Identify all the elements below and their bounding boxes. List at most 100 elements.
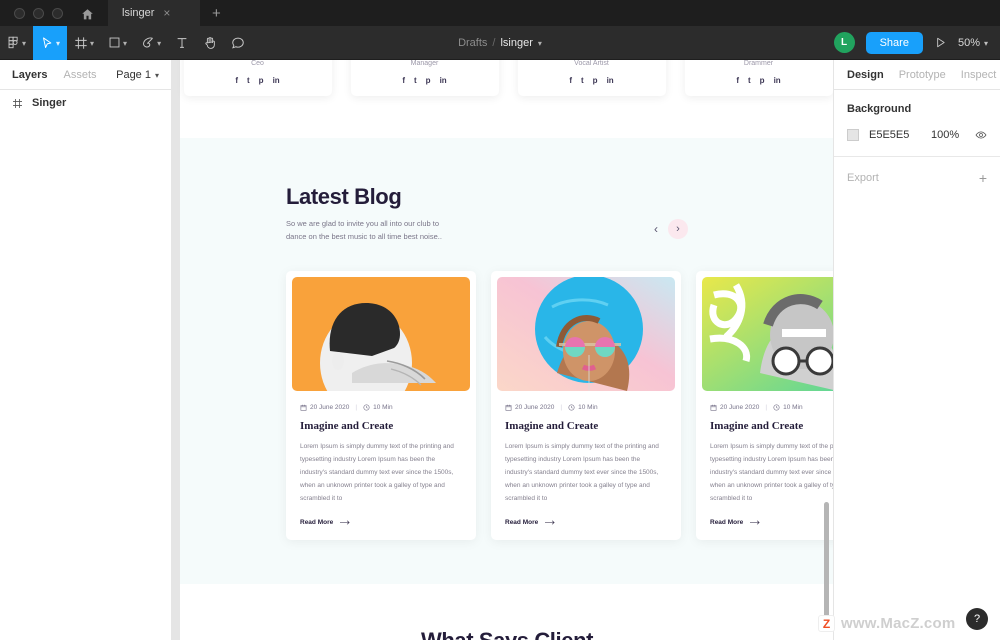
add-export-button[interactable]: + <box>979 170 987 186</box>
close-tab-icon[interactable]: × <box>163 7 170 19</box>
comment-tool-icon[interactable] <box>224 26 252 60</box>
background-color-row: E5E5E5 100% <box>847 129 987 141</box>
carousel-prev-button[interactable]: ‹ <box>654 222 658 236</box>
zoom-level-label: 50% <box>957 36 980 49</box>
chevron-down-icon[interactable]: ▾ <box>123 39 127 48</box>
file-tab-label: lsinger <box>122 7 155 19</box>
blog-card-read-more[interactable]: Read More <box>286 505 476 526</box>
meta-separator: | <box>560 404 563 412</box>
arrow-right-icon <box>340 520 350 525</box>
team-card[interactable]: John Lincom Manager f t p in <box>350 60 499 96</box>
hand-tool-icon[interactable] <box>196 26 224 60</box>
social-links[interactable]: f t p in <box>569 76 613 85</box>
breadcrumb-file[interactable]: lsinger <box>500 37 532 49</box>
blog-card-read-more[interactable]: Read More <box>696 505 833 526</box>
calendar-icon <box>300 405 307 411</box>
color-swatch[interactable] <box>847 129 859 141</box>
twitter-icon[interactable]: t <box>748 76 751 85</box>
home-icon[interactable] <box>75 8 108 26</box>
blog-section-header: Latest Blog So we are glad to invite you… <box>180 184 833 243</box>
pinterest-icon[interactable]: p <box>259 76 264 85</box>
background-opacity-value[interactable]: 100% <box>931 129 975 141</box>
tab-layers[interactable]: Layers <box>12 69 47 81</box>
help-button[interactable]: ? <box>966 608 988 630</box>
read-more-label: Read More <box>710 519 744 527</box>
figma-menu-icon[interactable]: ▾ <box>0 26 33 60</box>
background-section: Background E5E5E5 100% <box>834 90 1000 157</box>
chevron-down-icon[interactable]: ▾ <box>56 39 60 48</box>
facebook-icon[interactable]: f <box>402 76 405 85</box>
background-hex-value[interactable]: E5E5E5 <box>869 129 931 141</box>
blog-card-date: 20 June 2020 <box>505 404 554 411</box>
maximize-window-button[interactable] <box>52 8 63 19</box>
move-tool-icon[interactable]: ▾ <box>33 25 68 60</box>
layer-item-singer[interactable]: Singer <box>0 90 171 116</box>
blog-card[interactable]: 20 June 2020 | 10 Min Imagine and Create <box>491 271 681 541</box>
main-toolbar: ▾ ▾ ▾ ▾ ▾ Drafts / lsinger ▾ L Share 50%… <box>0 25 1000 60</box>
blog-card-heading[interactable]: Imagine and Create <box>286 411 476 432</box>
linkedin-icon[interactable]: in <box>607 76 614 85</box>
new-tab-button[interactable]: + <box>200 0 233 26</box>
layer-item-label: Singer <box>32 97 67 109</box>
arrow-right-icon <box>545 520 555 525</box>
twitter-icon[interactable]: t <box>581 76 584 85</box>
present-play-icon[interactable] <box>934 36 947 49</box>
social-links[interactable]: f t p in <box>736 76 780 85</box>
twitter-icon[interactable]: t <box>414 76 417 85</box>
testimonial-section: What Says Client So we are glad to invit… <box>180 584 833 640</box>
blog-card-heading[interactable]: Imagine and Create <box>491 411 681 432</box>
design-canvas[interactable]: John Lincom Ceo f t p in John Lincom Man… <box>172 60 833 640</box>
singer-page-frame: John Lincom Ceo f t p in John Lincom Man… <box>180 60 833 640</box>
chevron-down-icon[interactable]: ▾ <box>90 39 94 48</box>
facebook-icon[interactable]: f <box>235 76 238 85</box>
blog-card-readtime: 10 Min <box>568 404 598 411</box>
chevron-down-icon[interactable]: ▾ <box>155 71 159 80</box>
social-links[interactable]: f t p in <box>235 76 279 85</box>
frame-tool-icon[interactable]: ▾ <box>67 26 101 60</box>
team-card[interactable]: John Lincom Vocal Artist f t p in <box>517 60 666 96</box>
blog-card-meta: 20 June 2020 | 10 Min <box>696 391 833 411</box>
facebook-icon[interactable]: f <box>569 76 572 85</box>
carousel-next-button[interactable]: › <box>668 219 688 240</box>
calendar-icon <box>505 405 512 411</box>
minimize-window-button[interactable] <box>33 8 44 19</box>
blog-card-body: Lorem Ipsum is simply dummy text of the … <box>505 443 659 503</box>
pinterest-icon[interactable]: p <box>426 76 431 85</box>
canvas-vertical-scrollbar[interactable] <box>824 502 829 624</box>
share-button[interactable]: Share <box>865 31 923 54</box>
pen-tool-icon[interactable]: ▾ <box>134 26 168 60</box>
blog-card-readtime: 10 Min <box>363 404 393 411</box>
tab-inspect[interactable]: Inspect <box>961 69 996 81</box>
blog-card[interactable]: 20 June 2020 | 10 Min Imagine and Create <box>696 271 833 541</box>
tab-design[interactable]: Design <box>847 69 884 81</box>
tab-assets[interactable]: Assets <box>63 69 96 81</box>
shape-tool-icon[interactable]: ▾ <box>101 26 134 60</box>
linkedin-icon[interactable]: in <box>273 76 280 85</box>
team-card[interactable]: John Lincom Drammer f t p in <box>684 60 833 96</box>
chevron-down-icon[interactable]: ▾ <box>984 39 988 48</box>
avatar[interactable]: L <box>833 32 855 53</box>
breadcrumb-project[interactable]: Drafts <box>458 37 487 49</box>
facebook-icon[interactable]: f <box>736 76 739 85</box>
zoom-level-selector[interactable]: 50% ▾ <box>958 37 988 49</box>
social-links[interactable]: f t p in <box>402 76 446 85</box>
blog-card-read-more[interactable]: Read More <box>491 505 681 526</box>
blog-card-heading[interactable]: Imagine and Create <box>696 411 833 432</box>
linkedin-icon[interactable]: in <box>440 76 447 85</box>
export-section: Export + <box>834 157 1000 199</box>
text-tool-icon[interactable] <box>168 26 196 60</box>
file-tab[interactable]: lsinger × <box>108 0 200 26</box>
chevron-down-icon[interactable]: ▾ <box>538 39 542 48</box>
chevron-down-icon[interactable]: ▾ <box>157 39 161 48</box>
pinterest-icon[interactable]: p <box>593 76 598 85</box>
eye-icon[interactable] <box>975 129 987 141</box>
close-window-button[interactable] <box>14 8 25 19</box>
page-selector[interactable]: Page 1 ▾ <box>116 69 159 81</box>
twitter-icon[interactable]: t <box>247 76 250 85</box>
pinterest-icon[interactable]: p <box>760 76 765 85</box>
blog-card[interactable]: 20 June 2020 | 10 Min Imagine and Create <box>286 271 476 541</box>
tab-prototype[interactable]: Prototype <box>899 69 946 81</box>
linkedin-icon[interactable]: in <box>774 76 781 85</box>
team-card[interactable]: John Lincom Ceo f t p in <box>183 60 332 96</box>
chevron-down-icon[interactable]: ▾ <box>22 39 26 48</box>
